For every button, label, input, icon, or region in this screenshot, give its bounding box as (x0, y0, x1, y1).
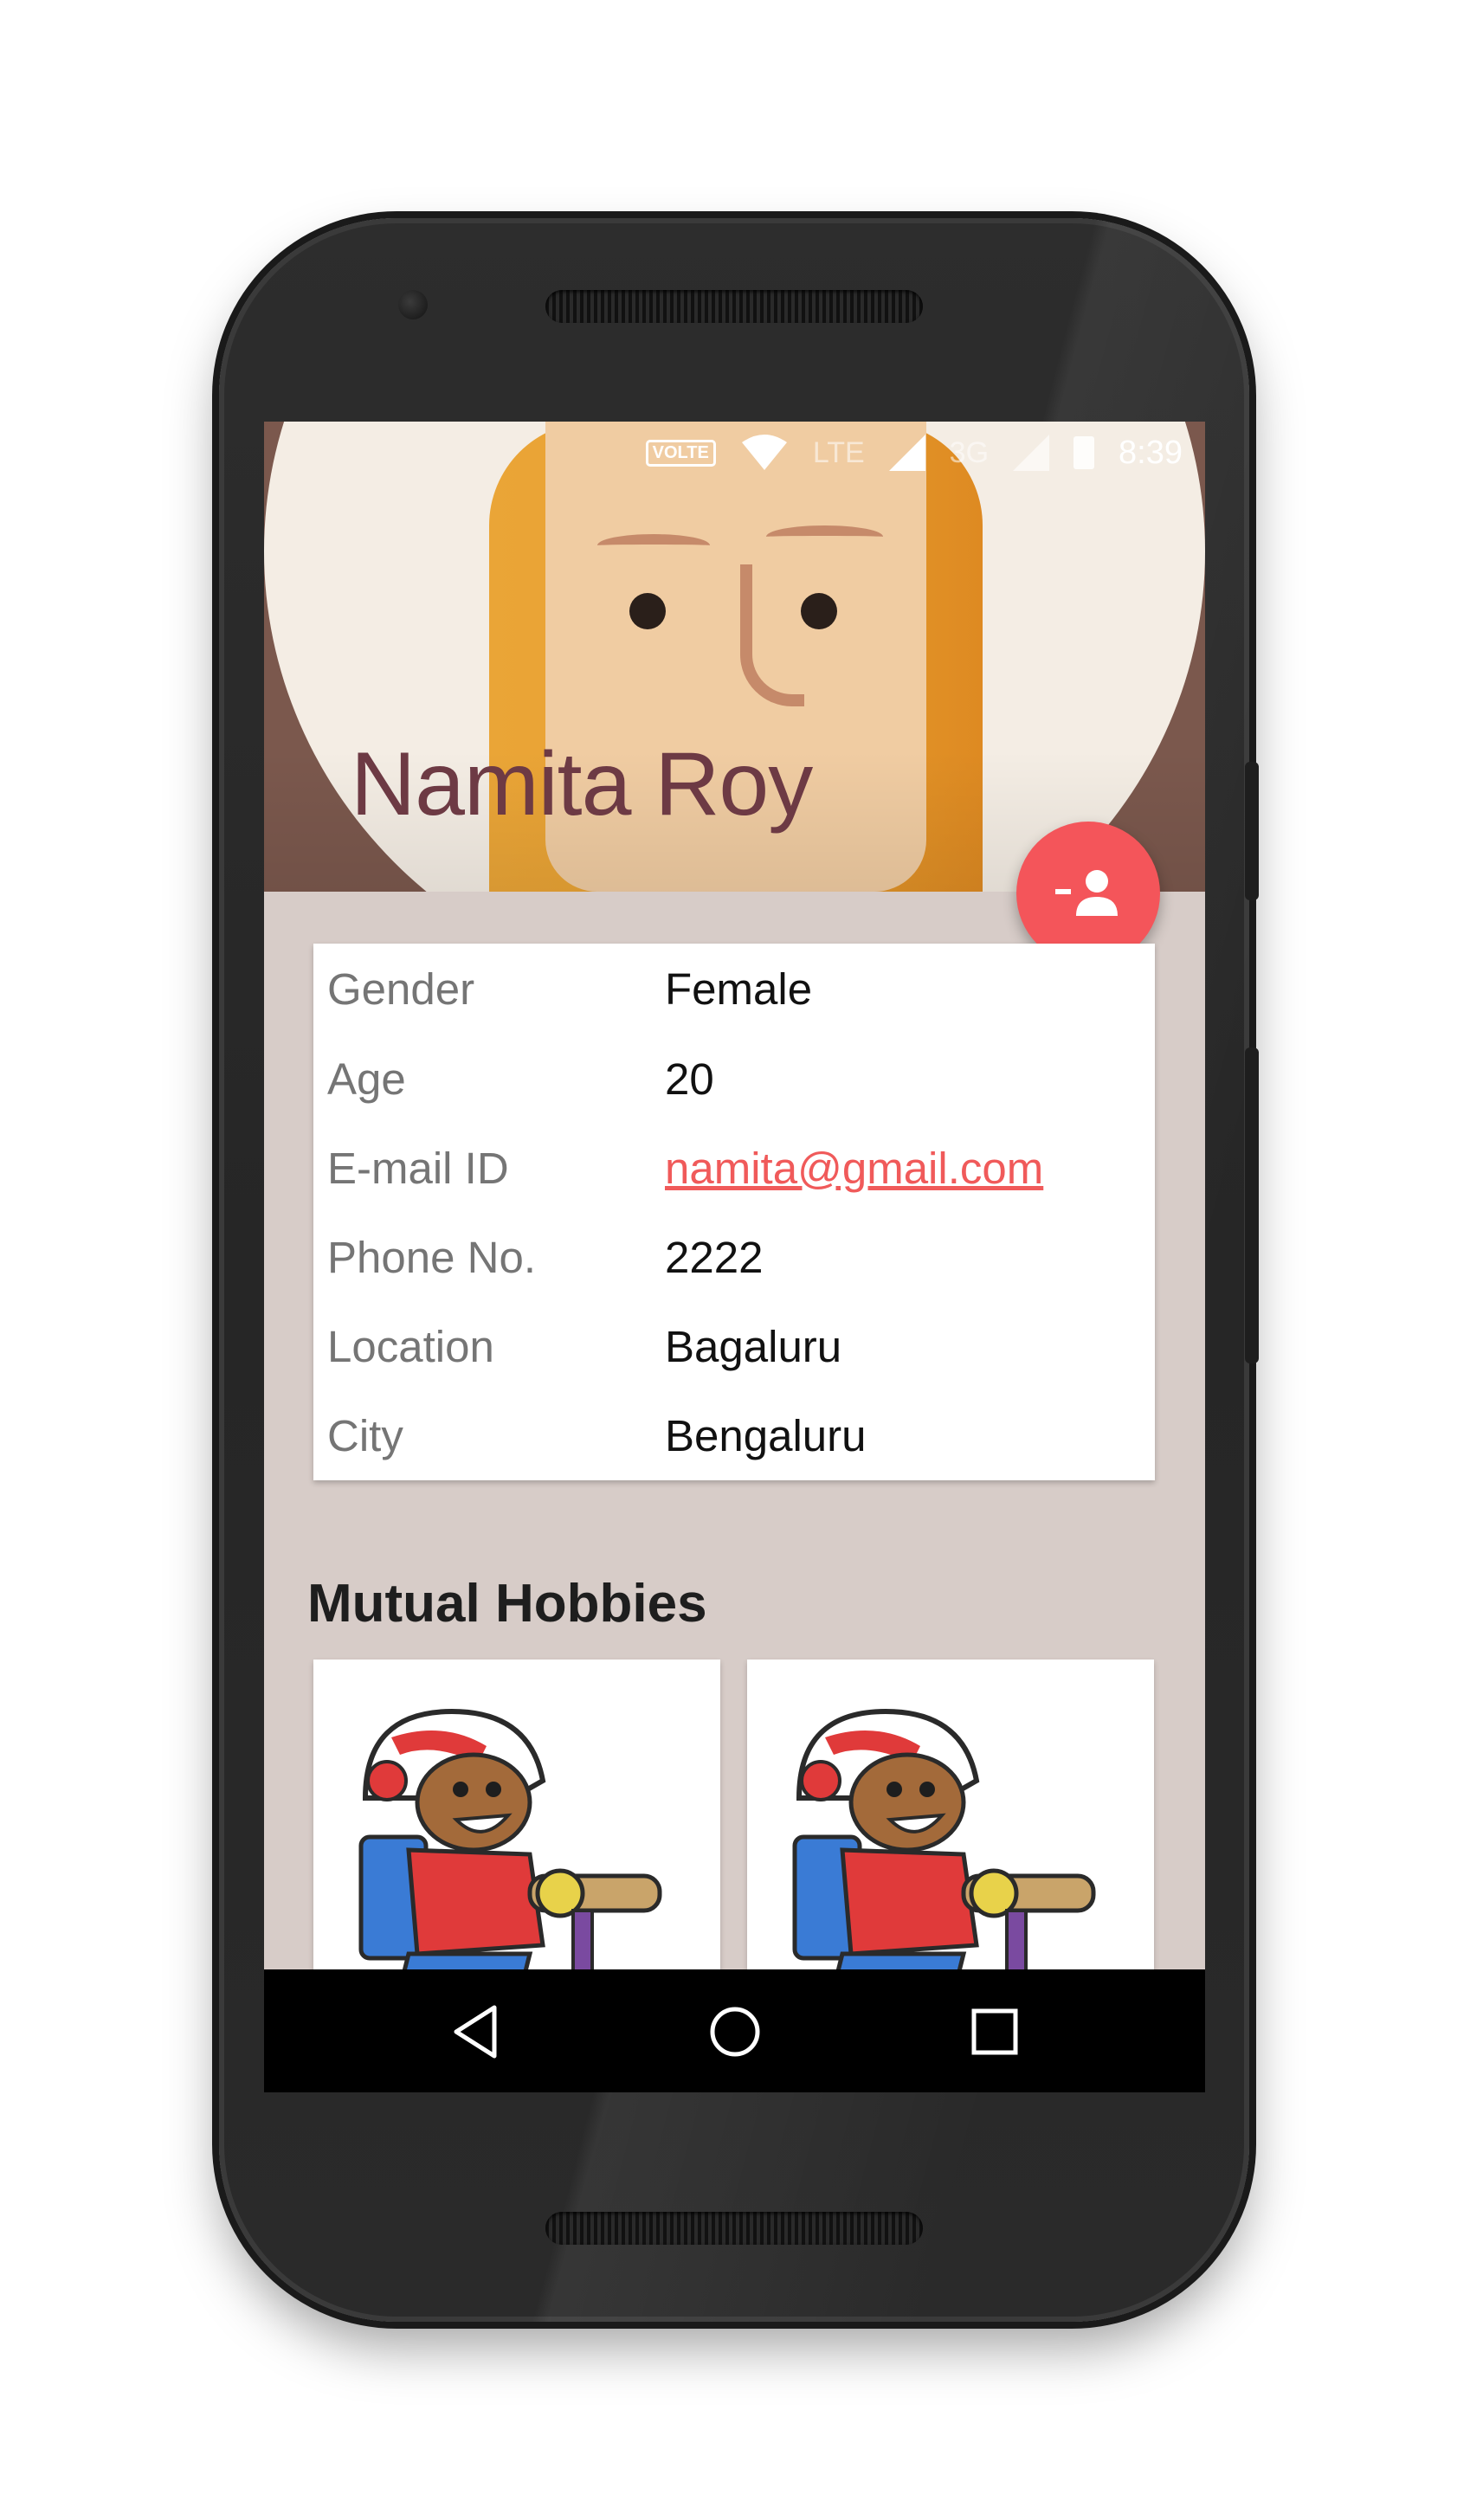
add-friend-icon (1055, 870, 1118, 916)
detail-value: 2222 (665, 1232, 764, 1282)
detail-label: Phone No. (327, 1232, 537, 1282)
status-bar: VOLTE LTE 3G 8:39 (264, 422, 1205, 484)
details-card: Gender Female Age 20 E-mail ID namita@gm… (313, 944, 1155, 1480)
detail-row-gender: Gender Female (327, 944, 812, 1034)
detail-row-location: Location Bagaluru (327, 1301, 841, 1391)
detail-label: Location (327, 1321, 494, 1371)
wifi-icon (741, 435, 787, 470)
volte-badge: VOLTE (645, 439, 716, 467)
detail-row-age: Age 20 (327, 1034, 714, 1124)
detail-value: 20 (665, 1054, 714, 1104)
detail-row-email: E-mail ID namita@gmail.com (327, 1123, 1043, 1213)
app-screen: Namita Roy VOLTE LTE 3G 8:39 Gender Fema… (264, 422, 1205, 2092)
detail-row-city: City Bengaluru (327, 1390, 867, 1480)
mutual-hobbies-title: Mutual Hobbies (307, 1574, 707, 1634)
detail-value: Female (665, 964, 813, 1014)
signal-2-icon (1013, 435, 1050, 471)
home-icon[interactable] (704, 2001, 766, 2063)
signal-icon (888, 435, 925, 471)
hobby-card[interactable] (313, 1660, 720, 2023)
detail-label: E-mail ID (327, 1143, 509, 1193)
detail-row-phone: Phone No. 2222 (327, 1212, 763, 1302)
lte-label: LTE (812, 435, 865, 469)
scooter-kid-icon (792, 1708, 1096, 2023)
bottom-speaker (545, 2212, 923, 2245)
recents-icon[interactable] (964, 2001, 1026, 2063)
battery-icon (1073, 436, 1095, 469)
detail-value: Bagaluru (665, 1321, 842, 1371)
hobby-card[interactable] (747, 1660, 1154, 2023)
status-time: 8:39 (1119, 434, 1183, 471)
front-camera (398, 290, 428, 319)
navigation-bar (264, 1969, 1205, 2092)
detail-label: Age (327, 1054, 406, 1104)
top-speaker (545, 290, 923, 323)
profile-name: Namita Roy (351, 734, 813, 835)
power-button (1245, 762, 1259, 900)
detail-label: Gender (327, 964, 475, 1014)
profile-header: Namita Roy VOLTE LTE 3G 8:39 (264, 422, 1205, 892)
email-link[interactable]: namita@gmail.com (665, 1143, 1043, 1194)
detail-value: Bengaluru (665, 1410, 867, 1460)
detail-label: City (327, 1410, 403, 1460)
scooter-kid-icon (358, 1708, 662, 2023)
volume-button (1245, 1047, 1259, 1363)
back-icon[interactable] (444, 2001, 506, 2063)
network-3g-label: 3G (949, 435, 990, 469)
